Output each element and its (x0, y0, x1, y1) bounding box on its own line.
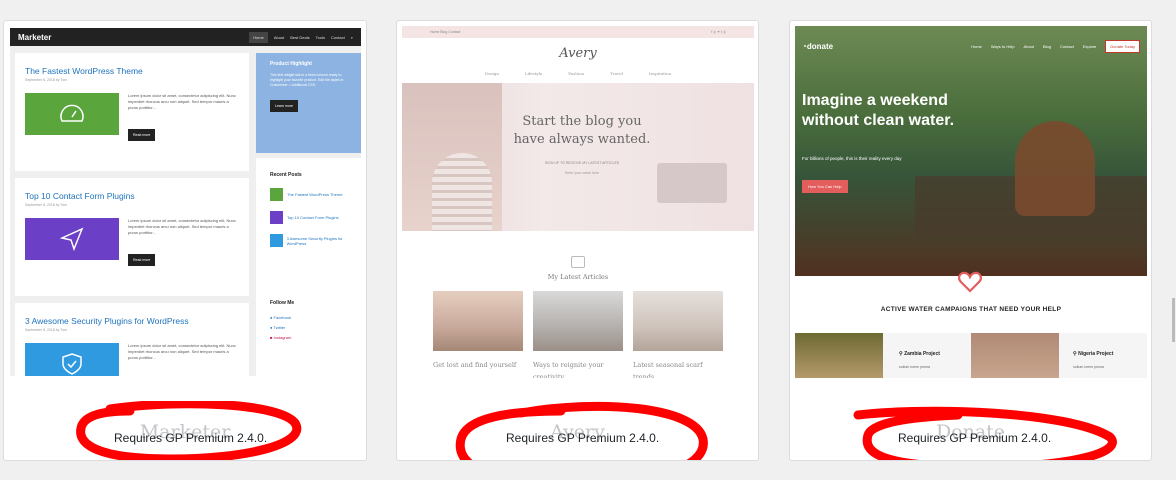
follow-widget: Follow Me ● Facebook ● Twitter ■ Instagr… (256, 290, 361, 376)
preview-menu-item: Home (249, 31, 268, 43)
article-image (533, 291, 623, 351)
preview-navbar: ◔donate Home Ways to Help About Blog Con… (802, 40, 1140, 53)
preview-menu-item: Tools (315, 34, 325, 40)
campaign-text: sotium lorem proma (899, 365, 930, 369)
paper-plane-icon (59, 227, 84, 252)
preview-navbar: Marketer Home About Best Deals Tools Con… (10, 28, 361, 46)
post-excerpt: Lorem ipsum dolor sit amet, consectetur … (128, 343, 236, 360)
post-meta: September 6, 2018 by Tom (25, 203, 67, 207)
article-title: Get lost and find yourself (433, 361, 517, 369)
post-thumbnail-icon (270, 234, 283, 247)
instagram-link: ■ Instagram (270, 335, 292, 340)
preview-logo: ◔donate (802, 42, 834, 51)
scrollbar-thumb[interactable] (1172, 298, 1175, 342)
recent-post-item: 3 Awesome Security Plugins for WordPress (256, 224, 361, 247)
post-title: Top 10 Contact Form Plugins (25, 191, 135, 201)
read-more-button: Read more (128, 254, 156, 266)
preview-menu: Design Lifestyle Fashion Travel Inspirat… (484, 71, 672, 76)
theme-preview-avery[interactable]: Home Blog Contact f ◎ ✦ t ◎ Avery Design… (402, 26, 754, 378)
social-icons: f ◎ ✦ t ◎ (711, 30, 726, 34)
post-title: The Fastest WordPress Theme (25, 66, 143, 76)
preview-menu-item: Best Deals (290, 34, 310, 40)
theme-preview-marketer[interactable]: Marketer Home About Best Deals Tools Con… (10, 28, 361, 376)
widget-text: This text widget sits in a fixed column … (270, 73, 344, 87)
article-title: Latest seasonal scarf trends (633, 361, 703, 378)
how-you-can-help-button: How You Can Help (802, 180, 848, 193)
hero-title: Imagine a weekend without clean water. (802, 92, 955, 129)
hero-input: Enter your name here (565, 171, 599, 175)
shield-icon (62, 353, 82, 375)
preview-post: 3 Awesome Security Plugins for WordPress… (15, 303, 249, 376)
theme-requirement: Requires GP Premium 2.4.0. (506, 431, 660, 445)
widget-title: Recent Posts (270, 172, 302, 178)
recent-posts-widget: Recent Posts The Fastest WordPress Theme… (256, 158, 361, 294)
campaign-title: ⚲ Zambia Project (899, 351, 940, 357)
recent-post-item: The Fastest WordPress Theme (256, 178, 361, 201)
search-icon: ⌕ (350, 34, 353, 40)
product-highlight-widget: Product Highlight This text widget sits … (256, 53, 361, 153)
twitter-link: ● Twitter (270, 325, 286, 330)
article-image (633, 291, 723, 351)
campaigns-heading: ACTIVE WATER CAMPAIGNS THAT NEED YOUR HE… (880, 306, 1062, 313)
learn-more-button: Learn more (270, 100, 298, 112)
theme-card-avery[interactable]: Home Blog Contact f ◎ ✦ t ◎ Avery Design… (396, 20, 759, 461)
article-image (433, 291, 523, 351)
facebook-link: ● Facebook (270, 315, 292, 320)
widget-title: Follow Me (270, 300, 295, 306)
post-thumbnail-icon (270, 211, 283, 224)
widget-title: Product Highlight (270, 61, 312, 67)
campaign-title: ⚲ Nigeria Project (1073, 351, 1114, 357)
article-title: Ways to reignite your creativity (533, 361, 604, 378)
latest-articles-heading: My Latest Articles (547, 273, 609, 281)
post-meta: September 6, 2018 by Tom (25, 328, 67, 332)
preview-hero: Start the blog you have always wanted. S… (402, 83, 754, 231)
preview-top-links: Home Blog Contact (430, 30, 461, 34)
post-thumbnail (25, 93, 119, 135)
post-title: 3 Awesome Security Plugins for WordPress (25, 316, 189, 326)
calendar-icon (571, 256, 585, 268)
theme-requirement: Requires GP Premium 2.4.0. (114, 431, 268, 445)
preview-topbar: Home Blog Contact f ◎ ✦ t ◎ (402, 26, 754, 38)
theme-requirement: Requires GP Premium 2.4.0. (898, 431, 1052, 445)
hero-title: Start the blog you have always wanted. (513, 114, 651, 147)
theme-card-marketer[interactable]: Marketer Home About Best Deals Tools Con… (3, 20, 367, 461)
post-excerpt: Lorem ipsum dolor sit amet, consectetur … (128, 218, 236, 235)
recent-post-item: Top 10 Contact Form Plugins (256, 201, 361, 224)
hero-subtitle: For billions of people, this is their re… (802, 156, 902, 161)
hero-subtitle: SIGN UP TO RECEIVE MY LATEST ARTICLES (544, 161, 620, 165)
post-thumbnail (25, 343, 119, 376)
campaign-photo (971, 333, 1059, 378)
post-thumbnail-icon (270, 188, 283, 201)
preview-menu-item: Contact (330, 34, 345, 40)
preview-post: The Fastest WordPress Theme September 6,… (15, 53, 249, 171)
camera-photo (657, 163, 727, 203)
speedometer-icon (60, 104, 84, 122)
heart-icon (958, 271, 982, 293)
preview-menu: Home Ways to Help About Blog Contact Exp… (971, 40, 1140, 53)
hero-photo-child (1015, 121, 1095, 216)
donate-today-button: Donate Today (1105, 40, 1140, 53)
theme-preview-donate[interactable]: ◔donate Home Ways to Help About Blog Con… (795, 26, 1147, 378)
theme-card-donate[interactable]: ◔donate Home Ways to Help About Blog Con… (789, 20, 1152, 461)
preview-logo: Avery (559, 46, 597, 61)
post-thumbnail (25, 218, 119, 260)
read-more-button: Read more (128, 129, 156, 141)
preview-hero: ◔donate Home Ways to Help About Blog Con… (795, 26, 1147, 276)
preview-menu: Home About Best Deals Tools Contact ⌕ (249, 31, 353, 43)
preview-post: Top 10 Contact Form Plugins September 6,… (15, 178, 249, 296)
preview-menu-item: About (273, 34, 285, 40)
post-meta: September 6, 2018 by Tom (25, 78, 67, 82)
post-excerpt: Lorem ipsum dolor sit amet, consectetur … (128, 93, 236, 110)
campaign-photo (795, 333, 883, 378)
campaign-text: sotium lorem proma (1073, 365, 1104, 369)
preview-logo: Marketer (18, 32, 52, 42)
hero-person (432, 153, 492, 231)
